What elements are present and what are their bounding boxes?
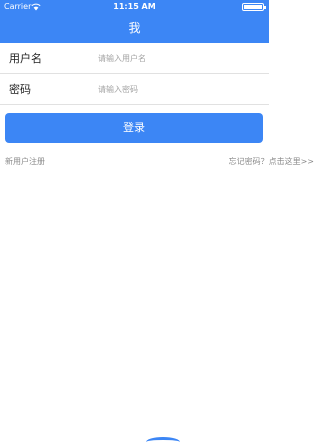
logo-icon	[146, 437, 180, 447]
app-header: Carrier 11:15 AM 我	[0, 0, 269, 43]
register-link[interactable]: 新用户注册	[5, 156, 45, 167]
password-input[interactable]	[98, 74, 258, 105]
username-row: 用户名	[0, 43, 269, 74]
forgot-password-link[interactable]: 忘记密码？点击这里>>	[229, 156, 314, 167]
username-input[interactable]	[98, 43, 258, 74]
password-label: 密码	[9, 83, 31, 96]
username-label: 用户名	[9, 52, 42, 65]
battery-icon	[242, 3, 266, 11]
status-time: 11:15 AM	[113, 2, 156, 11]
page-title: 我	[128, 21, 141, 35]
status-bar: Carrier 11:15 AM	[0, 0, 269, 14]
password-row: 密码	[0, 74, 269, 105]
login-button[interactable]: 登录	[5, 113, 263, 143]
